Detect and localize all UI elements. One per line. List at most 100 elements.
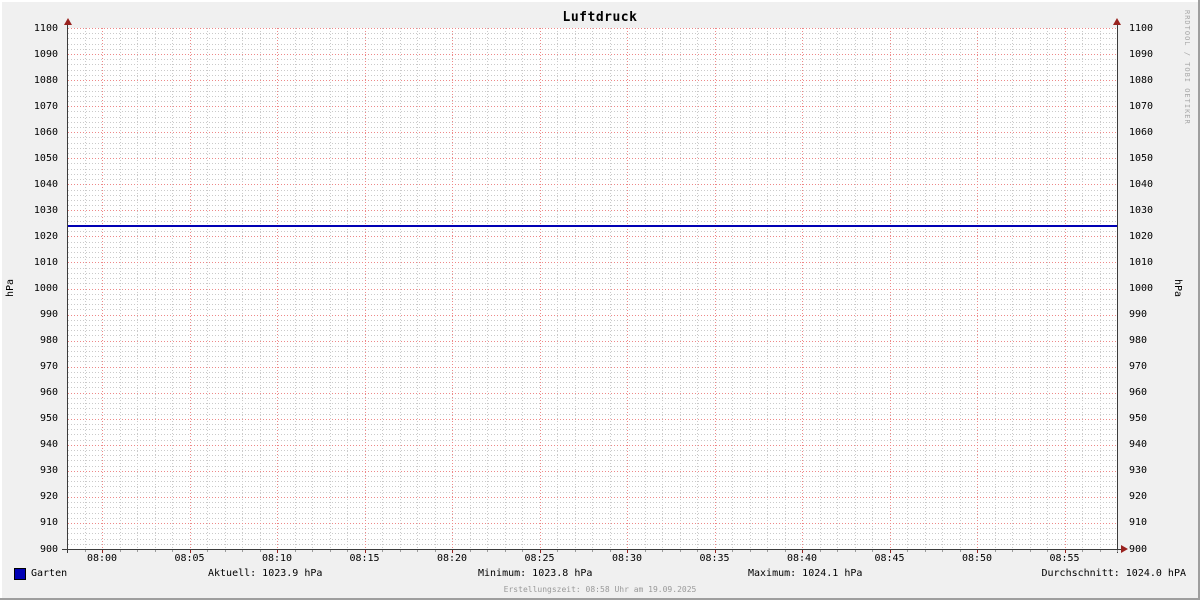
gridline-h-major: [68, 288, 1117, 290]
x-axis-arrow: [1121, 545, 1128, 553]
x-tick-label: 08:45: [874, 553, 905, 564]
x-tick-minor: [1047, 550, 1048, 552]
stat-maximum: Maximum: 1024.1 hPa: [748, 568, 863, 579]
x-tick-minor: [504, 550, 506, 552]
gridline-v-major: [627, 28, 628, 549]
y-tick-label-right: 1040: [1129, 178, 1154, 190]
x-tick-minor: [294, 550, 296, 552]
gridline-h-major: [68, 522, 1117, 524]
y-axis-arrow-left: [64, 18, 72, 25]
gridline-v-major: [1064, 28, 1066, 549]
bevel-edge-top: [0, 0, 1200, 2]
gridline-h-major: [68, 392, 1117, 394]
x-tick-minor: [767, 550, 768, 552]
pressure-graph: Luftdruck 1100 1100 1090 1090 1080 1080 1070 10…: [0, 0, 1200, 600]
x-tick-minor: [434, 550, 436, 552]
gridline-v-major: [802, 28, 803, 549]
x-tick-minor: [959, 550, 961, 552]
gridline-h-major: [68, 366, 1117, 368]
y-tick-label-left: 1050: [33, 152, 58, 164]
x-tick-minor: [119, 550, 121, 552]
y-tick-label-left: 970: [39, 361, 58, 373]
y-tick-label-left: 1000: [33, 283, 58, 294]
y-tick-label-right: 920: [1129, 491, 1148, 503]
x-tick-label: 08:35: [699, 553, 730, 564]
gridline-v-major: [539, 28, 541, 549]
gridline-h-major: [68, 106, 1117, 108]
stat-minimum: Minimum: 1023.8 hPa: [478, 568, 593, 579]
x-tick-minor: [907, 550, 908, 552]
x-tick-minor: [382, 550, 383, 552]
y-tick-label-left: 990: [39, 309, 58, 321]
x-tick-major: [1064, 550, 1066, 553]
chart-title: Luftdruck: [562, 10, 638, 25]
y-tick-label-left: 930: [39, 465, 58, 477]
y-tick-label-left: 920: [39, 491, 58, 503]
x-tick-minor: [84, 550, 86, 552]
gridline-h-major: [68, 210, 1117, 212]
y-tick-label-left: 1060: [33, 126, 58, 138]
legend-row: Garten Aktuell: 1023.9 hPa Minimum: 1023…: [0, 568, 1200, 582]
gridline-h-major: [68, 236, 1117, 238]
y-tick-label-right: 1000: [1129, 283, 1154, 294]
y-tick-label-left: 900: [39, 543, 58, 555]
x-tick-label: 08:20: [436, 553, 468, 564]
y-tick-label-right: 990: [1129, 309, 1148, 321]
x-tick-major: [364, 550, 366, 553]
gridline-h-major: [68, 184, 1117, 186]
x-tick-minor: [259, 550, 261, 552]
plot-area: [68, 28, 1117, 550]
x-tick-major: [277, 550, 278, 553]
gridline-v-major: [889, 28, 891, 549]
x-tick-minor: [154, 550, 156, 552]
creation-timestamp: Erstellungszeit: 08:58 Uhr am 19.09.2025: [503, 585, 697, 594]
x-tick-major: [189, 550, 191, 553]
y-tick-label-right: 910: [1129, 517, 1148, 529]
x-tick-label: 08:50: [961, 553, 993, 564]
series-color-swatch: [14, 568, 26, 580]
x-tick-label: 08:30: [611, 553, 643, 564]
x-tick-minor: [1012, 550, 1013, 552]
gridline-h-major: [68, 314, 1117, 316]
x-tick-major: [627, 550, 628, 553]
y-tick-label-right: 1050: [1129, 152, 1154, 164]
gridline-v-major: [714, 28, 716, 549]
x-tick-minor: [312, 550, 313, 552]
y-tick-label-right: 1100: [1129, 22, 1154, 34]
x-tick-label: 08:40: [786, 553, 818, 564]
gridline-h-major: [68, 444, 1117, 446]
x-tick-minor: [924, 550, 926, 552]
y-tick-label-right: 1030: [1129, 204, 1154, 216]
bevel-edge-left: [0, 0, 2, 600]
y-tick-label-right: 900: [1129, 543, 1148, 555]
rrdtool-watermark: RRDTOOL / TOBI OETIKER: [1183, 10, 1191, 125]
x-tick-major: [889, 550, 891, 553]
y-tick-label-left: 1010: [33, 256, 58, 268]
x-tick-minor: [819, 550, 821, 552]
x-tick-major: [977, 550, 978, 553]
x-tick-major: [714, 550, 716, 553]
y-tick-label-right: 950: [1129, 413, 1148, 425]
x-tick-minor: [417, 550, 418, 552]
y-tick-label-left: 1070: [33, 100, 58, 112]
y-tick-label-right: 1090: [1129, 48, 1154, 60]
y-tick-label-left: 1090: [33, 48, 58, 60]
x-tick-label: 08:55: [1049, 553, 1080, 564]
gridline-h-major: [68, 418, 1117, 420]
gridline-v-major: [102, 28, 103, 549]
gridline-h-major: [68, 132, 1117, 134]
y-tick-label-left: 910: [39, 517, 58, 529]
x-tick-major: [452, 550, 453, 553]
x-tick-minor: [679, 550, 681, 552]
x-tick-major: [802, 550, 803, 553]
x-tick-label: 08:10: [261, 553, 293, 564]
x-tick-minor: [224, 550, 226, 552]
x-tick-major: [539, 550, 541, 553]
y-tick-label-right: 980: [1129, 335, 1148, 347]
x-tick-minor: [1099, 550, 1101, 552]
y-tick-label-right: 1080: [1129, 74, 1154, 86]
gridline-h-major: [68, 496, 1117, 498]
x-tick-minor: [557, 550, 558, 552]
x-tick-minor: [784, 550, 786, 552]
x-tick-minor: [242, 550, 243, 552]
